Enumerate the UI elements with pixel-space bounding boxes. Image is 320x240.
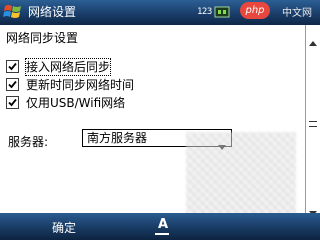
softkey-bar: 确定 A bbox=[0, 213, 320, 240]
ime-glyph: A bbox=[158, 217, 169, 232]
watermark-overlay bbox=[186, 132, 296, 214]
softkey-ok[interactable]: 确定 bbox=[52, 219, 76, 236]
connectivity-icon[interactable] bbox=[214, 4, 230, 23]
checkbox-label[interactable]: 仅用USB/Wifi网络 bbox=[26, 95, 125, 111]
checkbox-checked-icon[interactable] bbox=[6, 78, 19, 91]
input-method-icon[interactable]: A bbox=[153, 215, 173, 237]
section-header: 网络同步设置 bbox=[0, 25, 305, 48]
checkbox-checked-icon[interactable] bbox=[6, 96, 19, 109]
vertical-scrollbar[interactable] bbox=[305, 25, 320, 216]
watermark-text: 中文网 bbox=[282, 8, 312, 19]
server-label: 服务器: bbox=[8, 135, 49, 149]
checkbox-label[interactable]: 更新时同步网络时间 bbox=[26, 77, 134, 93]
ime-underline bbox=[155, 233, 169, 235]
checkbox-label[interactable]: 接入网络后同步 bbox=[24, 58, 112, 76]
server-dropdown-value: 南方服务器 bbox=[87, 131, 148, 145]
app-title: 网络设置 bbox=[28, 5, 77, 19]
clock[interactable]: 123 bbox=[197, 7, 212, 17]
title-bar: 网络设置 123 php 中文网 bbox=[0, 0, 320, 25]
scroll-up-arrow-icon[interactable] bbox=[309, 31, 317, 50]
scrollbar-thumb[interactable] bbox=[309, 121, 317, 127]
checkbox-checked-icon[interactable] bbox=[6, 60, 19, 73]
windows-flag-icon[interactable] bbox=[3, 3, 23, 21]
watermark-badge: php bbox=[240, 2, 270, 19]
section-title: 网络同步设置 bbox=[6, 31, 79, 45]
